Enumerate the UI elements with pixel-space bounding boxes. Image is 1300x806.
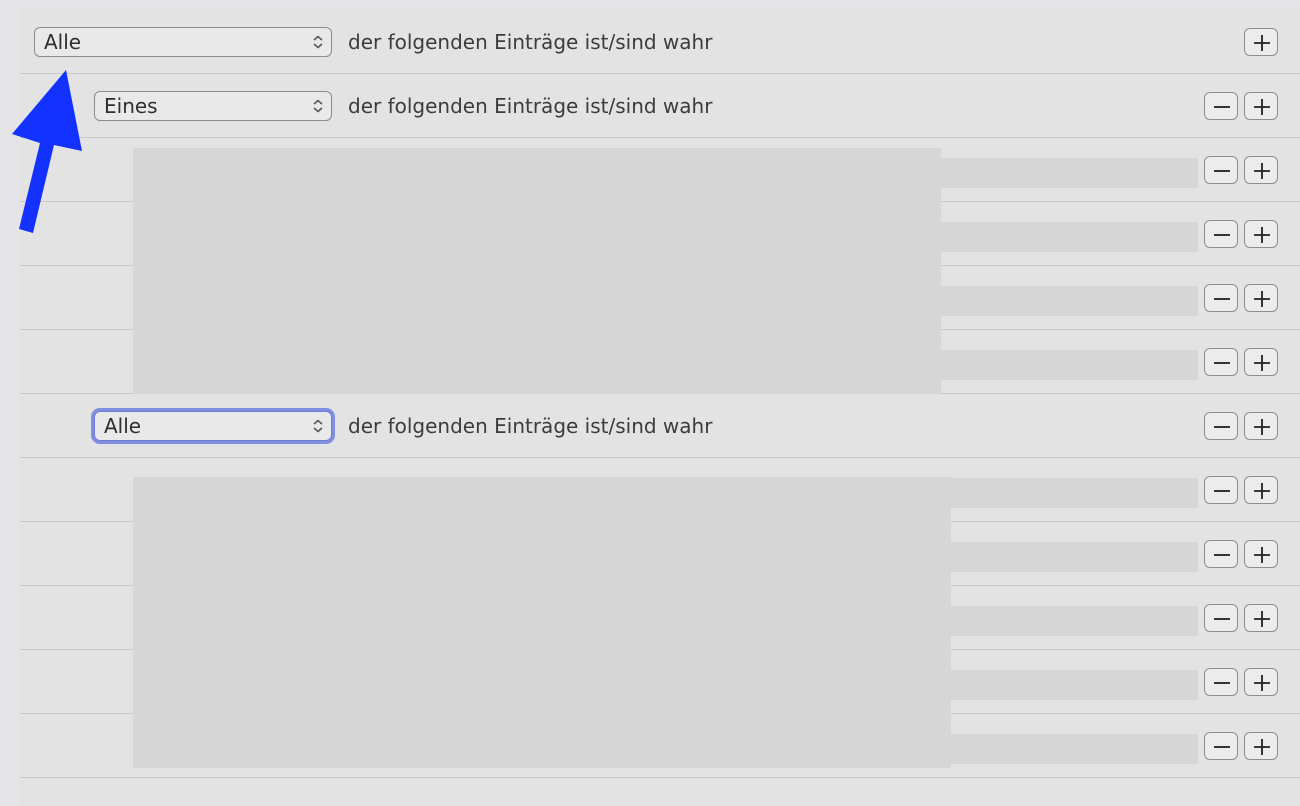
chevron-updown-icon xyxy=(312,92,324,120)
plus-icon xyxy=(1254,99,1270,115)
minus-icon xyxy=(1214,426,1230,428)
add-row-button[interactable] xyxy=(1244,348,1278,376)
add-row-button[interactable] xyxy=(1244,668,1278,696)
add-row-button[interactable] xyxy=(1244,412,1278,440)
criteria-value-field[interactable] xyxy=(920,157,1198,188)
add-row-button[interactable] xyxy=(1244,92,1278,120)
add-row-button[interactable] xyxy=(1244,604,1278,632)
minus-icon xyxy=(1214,362,1230,364)
plus-icon xyxy=(1254,355,1270,371)
plus-icon xyxy=(1254,163,1270,179)
root-operator-popup[interactable]: Alle xyxy=(34,27,332,57)
remove-row-button[interactable] xyxy=(1204,412,1238,440)
criteria-value-field[interactable] xyxy=(920,221,1198,252)
remove-row-button[interactable] xyxy=(1204,156,1238,184)
minus-icon xyxy=(1214,234,1230,236)
nested-compound-row: Alle der folgenden Einträge ist/sind wah… xyxy=(20,394,1300,458)
add-row-button[interactable] xyxy=(1244,220,1278,248)
remove-row-button[interactable] xyxy=(1204,92,1238,120)
criteria-value-field[interactable] xyxy=(920,541,1198,572)
popup-value: Alle xyxy=(104,414,142,438)
row-description: der folgenden Einträge ist/sind wahr xyxy=(348,94,713,118)
remove-row-button[interactable] xyxy=(1204,220,1238,248)
criteria-value-field[interactable] xyxy=(920,733,1198,764)
popup-value: Alle xyxy=(44,30,82,54)
criteria-value-field[interactable] xyxy=(920,477,1198,508)
minus-icon xyxy=(1214,746,1230,748)
remove-row-button[interactable] xyxy=(1204,732,1238,760)
chevron-updown-icon xyxy=(312,28,324,56)
remove-row-button[interactable] xyxy=(1204,604,1238,632)
remove-row-button[interactable] xyxy=(1204,284,1238,312)
popup-value: Eines xyxy=(104,94,158,118)
minus-icon xyxy=(1214,554,1230,556)
criteria-value-field[interactable] xyxy=(920,285,1198,316)
remove-row-button[interactable] xyxy=(1204,348,1238,376)
criteria-value-field[interactable] xyxy=(920,605,1198,636)
remove-row-button[interactable] xyxy=(1204,476,1238,504)
minus-icon xyxy=(1214,490,1230,492)
redaction-block xyxy=(133,477,951,768)
row-description: der folgenden Einträge ist/sind wahr xyxy=(348,30,713,54)
add-row-button[interactable] xyxy=(1244,540,1278,568)
add-row-button[interactable] xyxy=(1244,476,1278,504)
minus-icon xyxy=(1214,298,1230,300)
nested-compound-row: Eines der folgenden Einträge ist/sind wa… xyxy=(20,74,1300,138)
plus-icon xyxy=(1254,227,1270,243)
plus-icon xyxy=(1254,483,1270,499)
plus-icon xyxy=(1254,611,1270,627)
add-row-button[interactable] xyxy=(1244,732,1278,760)
criteria-value-field[interactable] xyxy=(920,349,1198,380)
criteria-value-field[interactable] xyxy=(920,669,1198,700)
add-row-button[interactable] xyxy=(1244,156,1278,184)
nested-operator-popup[interactable]: Alle xyxy=(94,411,332,441)
minus-icon xyxy=(1214,682,1230,684)
plus-icon xyxy=(1254,291,1270,307)
nested-operator-popup[interactable]: Eines xyxy=(94,91,332,121)
plus-icon xyxy=(1254,547,1270,563)
minus-icon xyxy=(1214,106,1230,108)
plus-icon xyxy=(1254,35,1270,51)
plus-icon xyxy=(1254,419,1270,435)
predicate-editor: Alle der folgenden Einträge ist/sind wah… xyxy=(20,10,1300,806)
root-compound-row: Alle der folgenden Einträge ist/sind wah… xyxy=(20,10,1300,74)
redaction-block xyxy=(133,148,941,394)
chevron-updown-icon xyxy=(312,412,324,440)
minus-icon xyxy=(1214,170,1230,172)
row-description: der folgenden Einträge ist/sind wahr xyxy=(348,414,713,438)
add-row-button[interactable] xyxy=(1244,28,1278,56)
remove-row-button[interactable] xyxy=(1204,540,1238,568)
minus-icon xyxy=(1214,618,1230,620)
plus-icon xyxy=(1254,739,1270,755)
plus-icon xyxy=(1254,675,1270,691)
remove-row-button[interactable] xyxy=(1204,668,1238,696)
add-row-button[interactable] xyxy=(1244,284,1278,312)
